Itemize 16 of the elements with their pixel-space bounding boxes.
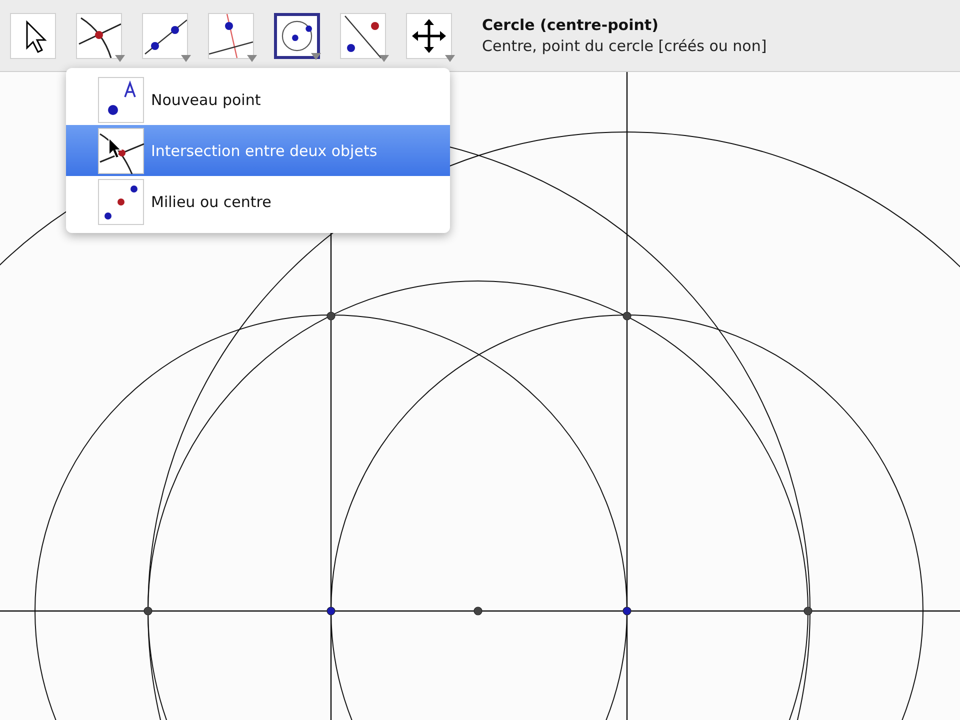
menu-item[interactable]: Nouveau point: [66, 74, 450, 125]
line-tool-button[interactable]: [142, 12, 188, 58]
mouse-cursor-icon: [108, 137, 122, 159]
tool-title: Cercle (centre-point): [482, 16, 660, 34]
intersection-tool-button[interactable]: [76, 12, 122, 58]
menu-item[interactable]: Milieu ou centre: [66, 176, 450, 227]
tool-description: Centre, point du cercle [créés ou non]: [482, 37, 767, 55]
perpendicular-tool-button[interactable]: [208, 12, 254, 58]
perpendicular-icon: [209, 14, 253, 58]
intersection-icon: [98, 128, 144, 174]
move-tool-button[interactable]: [406, 12, 452, 58]
circle-tool-button[interactable]: [274, 12, 320, 58]
reflect-tool-button[interactable]: [340, 12, 386, 58]
point-icon: [98, 76, 144, 122]
pointer-tool-button[interactable]: [10, 12, 56, 58]
midpoint-icon: [98, 178, 144, 224]
